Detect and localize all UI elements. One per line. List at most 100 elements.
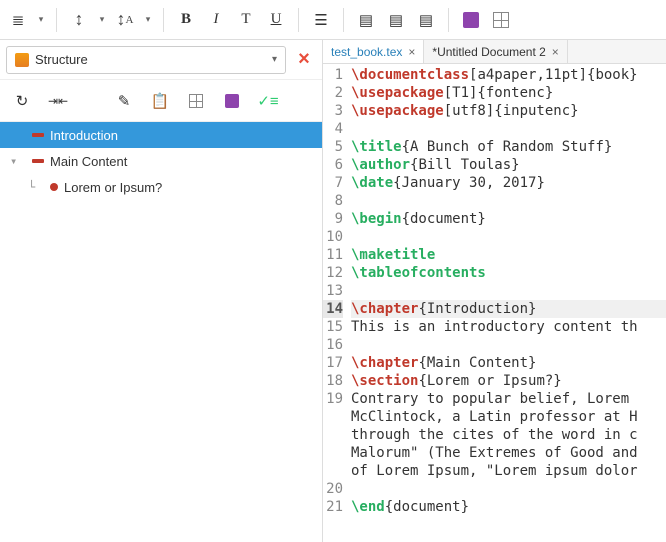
main-toolbar: ≣ ▾ ↕ ▾ ↕A ▾ B I T U ☰ ▤ ▤ ▤ xyxy=(0,0,666,40)
chapter-marker-icon xyxy=(32,159,44,163)
line-number: 21 xyxy=(323,498,343,516)
code-line[interactable] xyxy=(351,336,666,354)
separator xyxy=(163,8,164,32)
line-number: 5 xyxy=(323,138,343,156)
table-tool-icon[interactable] xyxy=(184,89,208,113)
font-size-dropdown[interactable]: ▾ xyxy=(141,6,155,34)
close-sidebar-icon[interactable]: × xyxy=(292,48,316,72)
outline-label: Introduction xyxy=(50,128,118,143)
code-line[interactable]: McClintock, a Latin professor at H xyxy=(351,408,666,426)
refresh-icon[interactable]: ↻ xyxy=(10,89,34,113)
line-number: 20 xyxy=(323,480,343,498)
code-line[interactable]: \documentclass[a4paper,11pt]{book} xyxy=(351,66,666,84)
outline-label: Lorem or Ipsum? xyxy=(64,180,162,195)
code-line[interactable]: \title{A Bunch of Random Stuff} xyxy=(351,138,666,156)
code-line[interactable] xyxy=(351,228,666,246)
outline-item[interactable]: └ Lorem or Ipsum? xyxy=(0,174,322,200)
structure-dropdown[interactable]: Structure ▾ xyxy=(6,46,286,74)
italic-button[interactable]: I xyxy=(202,6,230,34)
line-spacing-dropdown[interactable]: ▾ xyxy=(95,6,109,34)
tab-close-icon[interactable]: × xyxy=(408,45,415,59)
code-line[interactable]: \usepackage[utf8]{inputenc} xyxy=(351,102,666,120)
list-numbered-icon[interactable]: ▤ xyxy=(352,6,380,34)
sidebar-tools: ↻ ⇥⇤ ✎ 📋 ✓≡ xyxy=(0,80,322,122)
structure-icon xyxy=(15,53,29,67)
line-number: 8 xyxy=(323,192,343,210)
sidebar-header: Structure ▾ × xyxy=(0,40,322,80)
collapse-icon[interactable]: ⇥⇤ xyxy=(46,89,70,113)
code-line[interactable]: \tableofcontents xyxy=(351,264,666,282)
clipboard-tool-icon[interactable]: 📋 xyxy=(148,89,172,113)
code-line[interactable] xyxy=(351,192,666,210)
line-number: 18 xyxy=(323,372,343,390)
paragraph-align-icon[interactable]: ≣ xyxy=(4,6,32,34)
code-line[interactable]: \author{Bill Toulas} xyxy=(351,156,666,174)
checklist-tool-icon[interactable]: ✓≡ xyxy=(256,89,280,113)
structure-label: Structure xyxy=(35,52,88,67)
code-line[interactable]: \usepackage[T1]{fontenc} xyxy=(351,84,666,102)
separator xyxy=(448,8,449,32)
code-line[interactable] xyxy=(351,480,666,498)
line-number: 6 xyxy=(323,156,343,174)
insert-image-icon[interactable] xyxy=(457,6,485,34)
code-line[interactable] xyxy=(351,282,666,300)
code-line[interactable]: This is an introductory content th xyxy=(351,318,666,336)
line-number: 15 xyxy=(323,318,343,336)
image-tool-icon[interactable] xyxy=(220,89,244,113)
center-button[interactable]: ☰ xyxy=(307,6,335,34)
outline-item[interactable]: ▾Main Content xyxy=(0,148,322,174)
insert-table-icon[interactable] xyxy=(487,6,515,34)
outline-item[interactable]: Introduction xyxy=(0,122,322,148)
tab-bar: test_book.tex × *Untitled Document 2 × xyxy=(323,40,666,64)
code-line[interactable]: \begin{document} xyxy=(351,210,666,228)
tab-close-icon[interactable]: × xyxy=(552,45,559,59)
line-number: 10 xyxy=(323,228,343,246)
outline-tree: Introduction ▾Main Content └ Lorem or Ipsum… xyxy=(0,122,322,542)
line-gutter: 123456789101112131415161718192021 xyxy=(323,64,347,542)
code-line[interactable]: through the cites of the word in c xyxy=(351,426,666,444)
list-description-icon[interactable]: ▤ xyxy=(412,6,440,34)
line-number xyxy=(323,408,343,426)
edit-tool-icon[interactable]: ✎ xyxy=(112,89,136,113)
code-line[interactable]: Contrary to popular belief, Lorem xyxy=(351,390,666,408)
editor-tab[interactable]: *Untitled Document 2 × xyxy=(424,40,567,63)
editor-tab[interactable]: test_book.tex × xyxy=(323,40,424,63)
paragraph-align-dropdown[interactable]: ▾ xyxy=(34,6,48,34)
underline-button[interactable]: U xyxy=(262,6,290,34)
chevron-down-icon: ▾ xyxy=(272,54,277,65)
line-number: 7 xyxy=(323,174,343,192)
bold-button[interactable]: B xyxy=(172,6,200,34)
line-number xyxy=(323,444,343,462)
tab-label: *Untitled Document 2 xyxy=(432,45,545,59)
code-line[interactable]: Malorum" (The Extremes of Good and xyxy=(351,444,666,462)
code-line[interactable]: \section{Lorem or Ipsum?} xyxy=(351,372,666,390)
line-number: 9 xyxy=(323,210,343,228)
sidebar: Structure ▾ × ↻ ⇥⇤ ✎ 📋 ✓≡ Introduction ▾M… xyxy=(0,40,323,542)
list-bullet-icon[interactable]: ▤ xyxy=(382,6,410,34)
line-number: 14 xyxy=(323,300,343,318)
line-number: 13 xyxy=(323,282,343,300)
code-editor[interactable]: 123456789101112131415161718192021 \docum… xyxy=(323,64,666,542)
line-number xyxy=(323,462,343,480)
main-area: Structure ▾ × ↻ ⇥⇤ ✎ 📋 ✓≡ Introduction▾M… xyxy=(0,40,666,542)
line-spacing-icon[interactable]: ↕ xyxy=(65,6,93,34)
code-line[interactable]: of Lorem Ipsum, "Lorem ipsum dolor xyxy=(351,462,666,480)
tree-toggle-icon[interactable]: └ xyxy=(28,180,44,194)
code-line[interactable]: \chapter{Introduction} xyxy=(351,300,666,318)
font-size-icon[interactable]: ↕A xyxy=(111,6,139,34)
line-number: 16 xyxy=(323,336,343,354)
tree-toggle-icon[interactable]: ▾ xyxy=(10,154,26,168)
code-line[interactable] xyxy=(351,120,666,138)
section-marker-icon xyxy=(50,183,58,191)
tab-label: test_book.tex xyxy=(331,45,402,59)
line-number xyxy=(323,426,343,444)
separator xyxy=(298,8,299,32)
code-line[interactable]: \end{document} xyxy=(351,498,666,516)
smallcaps-button[interactable]: T xyxy=(232,6,260,34)
code-line[interactable]: \date{January 30, 2017} xyxy=(351,174,666,192)
line-number: 3 xyxy=(323,102,343,120)
line-number: 11 xyxy=(323,246,343,264)
code-line[interactable]: \maketitle xyxy=(351,246,666,264)
code-line[interactable]: \chapter{Main Content} xyxy=(351,354,666,372)
code-content[interactable]: \documentclass[a4paper,11pt]{book}\usepa… xyxy=(347,64,666,542)
